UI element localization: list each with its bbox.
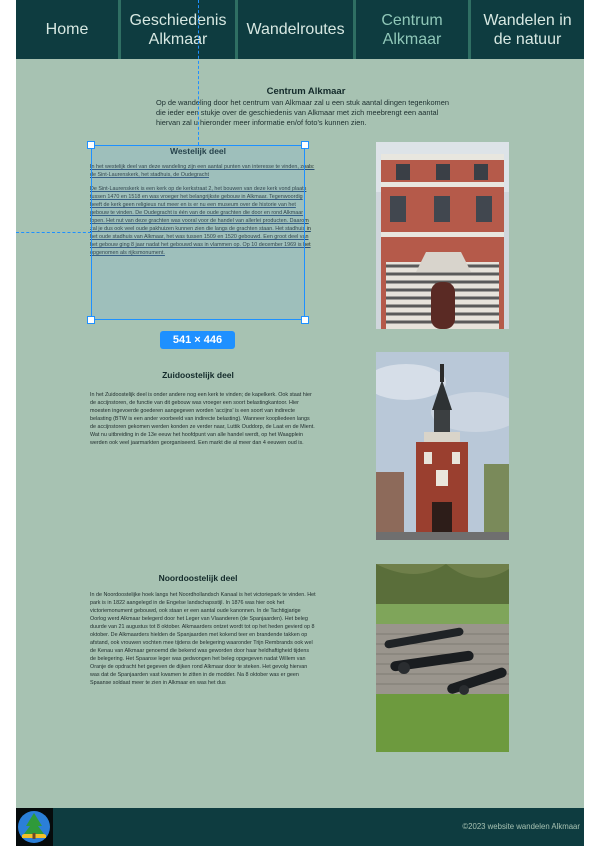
alignment-guide-horizontal: [16, 232, 91, 233]
nav-home-link[interactable]: Home: [16, 0, 121, 59]
nav-centrum-link[interactable]: Centrum Alkmaar: [356, 0, 471, 59]
intro-text: Op de wandeling door het centrum van Alk…: [156, 98, 449, 127]
nav-centrum-label-line1: Centrum: [381, 11, 443, 29]
resize-handle-top-right[interactable]: [301, 141, 309, 149]
selection-size-badge: 541 × 446: [160, 331, 235, 349]
resize-handle-top-left[interactable]: [87, 141, 95, 149]
alignment-guide-vertical: [198, 0, 199, 145]
nav-geschiedenis-link[interactable]: Geschiedenis Alkmaar: [121, 0, 238, 59]
nav-natuur-label-line1: Wandelen in: [483, 11, 572, 29]
nav-wandelroutes-label: Wandelroutes: [246, 21, 345, 38]
page-title: Centrum Alkmaar: [266, 86, 346, 97]
photo-stadhuis: [376, 142, 509, 329]
section-text-southeast: In het Zuidoostelijk deel is onder ander…: [90, 392, 315, 446]
main-nav: Home Geschiedenis Alkmaar Wandelroutes C…: [16, 0, 584, 59]
photo-accijnstoren: [376, 352, 509, 540]
tree-logo-icon: [16, 808, 53, 846]
nav-natuur-link[interactable]: Wandelen in de natuur: [471, 0, 584, 59]
nav-home-label: Home: [45, 21, 89, 38]
selection-box[interactable]: [91, 145, 305, 320]
section-title-southeast: Zuidoostelijk deel: [162, 370, 234, 380]
nav-wandelroutes-link[interactable]: Wandelroutes: [238, 0, 356, 59]
resize-handle-bottom-right[interactable]: [301, 316, 309, 324]
section-title-northeast: Noordoostelijk deel: [158, 573, 238, 583]
photo-kanonnen: [376, 564, 509, 752]
nav-geschiedenis-label-line1: Geschiedenis: [129, 11, 227, 29]
resize-handle-bottom-left[interactable]: [87, 316, 95, 324]
nav-centrum-label-line2: Alkmaar: [382, 30, 442, 48]
footer-copyright: ©2023 website wandelen Alkmaar: [462, 822, 580, 831]
website-canvas: Home Geschiedenis Alkmaar Wandelroutes C…: [16, 0, 584, 846]
nav-natuur-label-line2: de natuur: [493, 30, 562, 48]
section-text-northeast: In de Noordoostelijke hoek langs het Noo…: [90, 592, 316, 686]
nav-geschiedenis-label-line2: Alkmaar: [148, 30, 208, 48]
footer: ©2023 website wandelen Alkmaar: [16, 808, 584, 846]
